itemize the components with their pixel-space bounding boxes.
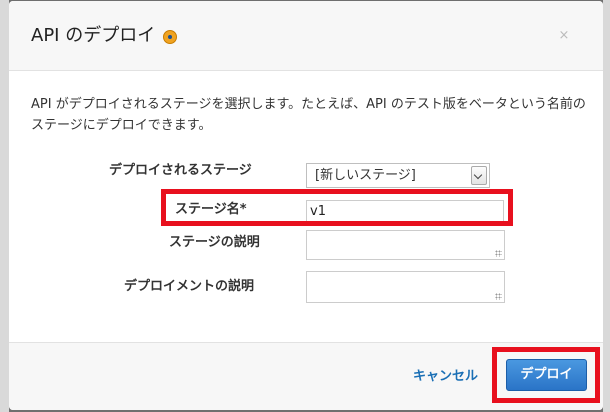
background-page-edge-left — [0, 0, 9, 412]
info-icon[interactable] — [163, 30, 177, 44]
deploy-button[interactable]: デプロイ — [506, 359, 587, 391]
cancel-button[interactable]: キャンセル — [413, 368, 478, 386]
resize-grip-icon[interactable] — [495, 250, 502, 257]
chevron-down-icon[interactable] — [471, 166, 487, 185]
deploy-stage-select[interactable]: [新しいステージ] — [306, 163, 490, 188]
dialog-description: API がデプロイされるステージを選択します。たとえば、API のテスト版をベー… — [31, 97, 586, 133]
stage-description-textarea[interactable] — [306, 230, 505, 260]
deploy-api-dialog: API のデプロイ × API がデプロイされるステージを選択します。たとえば、… — [9, 1, 603, 410]
dialog-header: API のデプロイ × — [9, 1, 603, 71]
deploy-stage-value: [新しいステージ] — [315, 168, 416, 183]
stage-name-label: ステージ名* — [175, 202, 247, 217]
deploy-stage-label: デプロイされるステージ — [109, 163, 252, 178]
background-page-edge-right — [603, 0, 610, 412]
deployment-description-textarea[interactable] — [306, 271, 505, 303]
resize-grip-icon[interactable] — [495, 293, 502, 300]
dialog-title: API のデプロイ — [31, 25, 156, 46]
close-icon[interactable]: × — [557, 29, 571, 43]
deployment-description-label: デプロイメントの説明 — [124, 279, 255, 294]
stage-description-label: ステージの説明 — [169, 235, 260, 250]
stage-name-input[interactable]: v1 — [306, 200, 504, 224]
